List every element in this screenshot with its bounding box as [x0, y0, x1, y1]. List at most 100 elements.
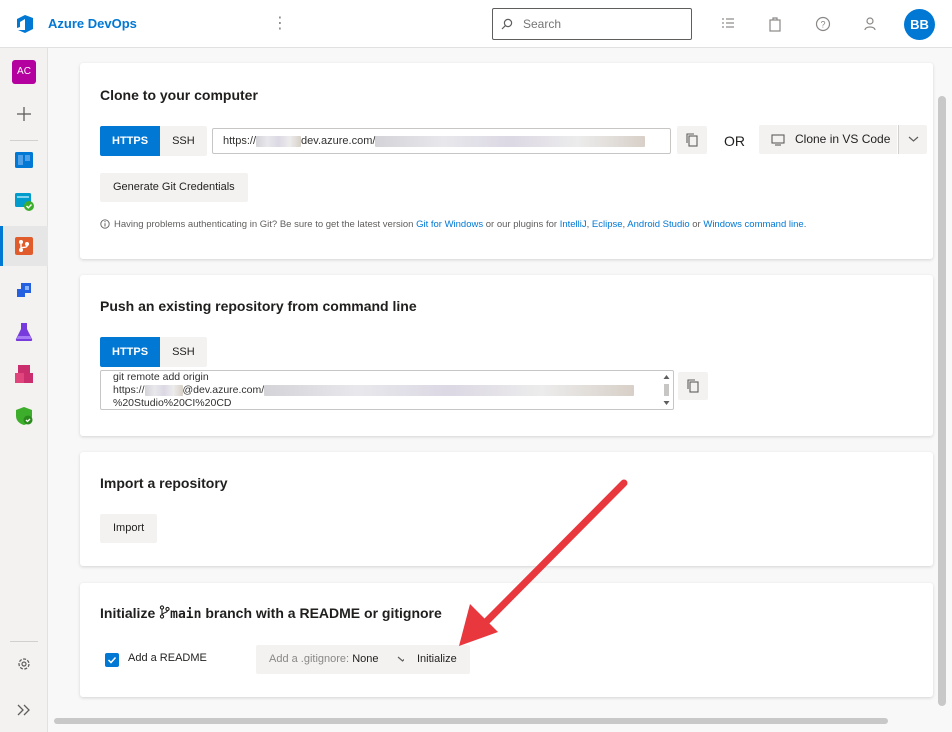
- android-studio-link[interactable]: Android Studio: [627, 219, 689, 230]
- gitignore-value: None: [352, 653, 379, 665]
- search-box[interactable]: [492, 8, 692, 40]
- command-line-2: https:// @dev.azure.com/: [113, 384, 657, 397]
- gitignore-dropdown[interactable]: Add a .gitignore: None: [256, 645, 420, 674]
- push-https-tab[interactable]: HTTPS: [100, 337, 161, 367]
- flask-icon: [15, 323, 33, 341]
- windows-command-line-link[interactable]: Windows command line: [703, 219, 803, 230]
- board-check-icon: [15, 193, 34, 211]
- artifacts-icon: [15, 365, 33, 383]
- push-copy-button[interactable]: [678, 372, 708, 400]
- clone-ssh-tab[interactable]: SSH: [160, 126, 207, 156]
- pipelines-icon: [17, 283, 31, 297]
- clone-url-prefix: https://: [223, 135, 257, 147]
- initialize-title-prefix: Initialize: [100, 605, 156, 621]
- git-for-windows-link[interactable]: Git for Windows: [416, 219, 483, 230]
- branch-name: main: [170, 607, 202, 622]
- initialize-title-suffix: branch with a README or gitignore: [205, 605, 442, 621]
- help-text-2: or our plugins for: [485, 219, 558, 230]
- or-label: OR: [724, 133, 745, 149]
- import-title: Import a repository: [100, 475, 228, 491]
- main-content: Clone to your computer HTTPS SSH https:/…: [48, 48, 952, 732]
- nav-item-pipelines-checked[interactable]: [0, 181, 48, 221]
- chevron-down-icon: [908, 136, 919, 142]
- import-card: Import a repository Import: [80, 452, 933, 566]
- repos-icon: [15, 237, 33, 255]
- clone-in-vscode-button[interactable]: Clone in VS Code: [759, 125, 897, 154]
- push-ssh-tab[interactable]: SSH: [160, 337, 207, 367]
- checkmark-icon: [107, 656, 117, 664]
- nav-item-security[interactable]: [0, 396, 48, 436]
- search-icon: [501, 18, 513, 30]
- redacted-text: [264, 384, 635, 396]
- left-nav: AC: [0, 48, 48, 732]
- help-icon[interactable]: ?: [814, 15, 832, 33]
- command-url-host: @dev.azure.com/: [182, 384, 265, 396]
- top-bar: Azure DevOps ⋮ ? BB: [0, 0, 952, 48]
- redacted-text: [375, 135, 646, 147]
- clone-url-field[interactable]: https:// dev.azure.com/: [212, 128, 671, 154]
- clone-title: Clone to your computer: [100, 87, 258, 103]
- horizontal-scrollbar[interactable]: [54, 718, 888, 724]
- add-readme-checkbox[interactable]: [105, 653, 119, 667]
- nav-item-add[interactable]: [0, 94, 48, 134]
- brand-name[interactable]: Azure DevOps: [48, 16, 137, 31]
- initialize-button[interactable]: Initialize: [404, 645, 470, 674]
- list-icon[interactable]: [719, 15, 737, 33]
- help-text-3: or: [692, 219, 701, 230]
- import-button[interactable]: Import: [100, 514, 158, 543]
- clone-card: Clone to your computer HTTPS SSH https:/…: [80, 63, 933, 259]
- clone-url-host: dev.azure.com/: [301, 135, 376, 147]
- info-icon: [100, 219, 110, 229]
- project-avatar[interactable]: AC: [12, 60, 36, 84]
- push-command-textarea[interactable]: git remote add origin https:// @dev.azure…: [100, 370, 674, 410]
- clone-ide-dropdown[interactable]: [898, 125, 927, 154]
- add-readme-label: Add a README: [128, 652, 207, 664]
- more-options-icon[interactable]: ⋮: [272, 14, 288, 34]
- nav-item-repos[interactable]: [0, 226, 48, 266]
- nav-item-test-plans[interactable]: [0, 312, 48, 352]
- user-avatar[interactable]: BB: [904, 9, 935, 40]
- copy-icon: [686, 133, 698, 147]
- shopping-bag-icon[interactable]: [766, 15, 784, 33]
- clone-in-vscode-label: Clone in VS Code: [795, 132, 891, 146]
- monitor-icon: [771, 134, 785, 146]
- nav-item-settings[interactable]: [0, 644, 48, 684]
- clone-copy-button[interactable]: [677, 126, 707, 154]
- azure-devops-logo-icon[interactable]: [14, 13, 36, 35]
- push-card: Push an existing repository from command…: [80, 275, 933, 436]
- branch-icon: [159, 605, 170, 619]
- boards-icon: [15, 152, 33, 168]
- intellij-link[interactable]: IntelliJ: [560, 219, 587, 230]
- initialize-card: Initialize main branch with a README or …: [80, 583, 933, 697]
- push-title: Push an existing repository from command…: [100, 298, 417, 314]
- nav-item-collapse[interactable]: [0, 690, 48, 730]
- user-settings-icon[interactable]: [862, 15, 880, 33]
- nav-item-pipelines[interactable]: [0, 270, 48, 310]
- redacted-text: [144, 384, 183, 396]
- push-protocol-toggle: HTTPS SSH: [100, 337, 207, 367]
- search-input[interactable]: [521, 15, 681, 33]
- initialize-title: Initialize main branch with a README or …: [100, 605, 442, 622]
- svg-text:?: ?: [820, 20, 825, 30]
- nav-item-artifacts[interactable]: [0, 354, 48, 394]
- gear-icon: [18, 658, 30, 670]
- shield-icon: [16, 407, 33, 425]
- copy-icon: [687, 379, 699, 393]
- command-line-3: %20Studio%20CI%20CD: [113, 397, 232, 409]
- command-url-prefix: https://: [113, 384, 145, 396]
- textarea-scrollbar[interactable]: [662, 373, 671, 407]
- redacted-text: [256, 135, 302, 147]
- clone-protocol-toggle: HTTPS SSH: [100, 126, 207, 156]
- nav-item-boards[interactable]: [0, 140, 48, 180]
- nav-divider: [10, 641, 38, 642]
- clone-https-tab[interactable]: HTTPS: [100, 126, 161, 156]
- plus-icon: [17, 107, 31, 121]
- eclipse-link[interactable]: Eclipse: [592, 219, 623, 230]
- gitignore-label: Add a .gitignore:: [269, 653, 350, 665]
- help-text: Having problems authenticating in Git? B…: [114, 219, 414, 230]
- generate-credentials-button[interactable]: Generate Git Credentials: [100, 173, 248, 202]
- command-line-1: git remote add origin: [113, 371, 209, 383]
- double-chevron-icon: [17, 704, 30, 716]
- auth-help-text: Having problems authenticating in Git? B…: [100, 219, 806, 230]
- vertical-scrollbar[interactable]: [938, 96, 946, 706]
